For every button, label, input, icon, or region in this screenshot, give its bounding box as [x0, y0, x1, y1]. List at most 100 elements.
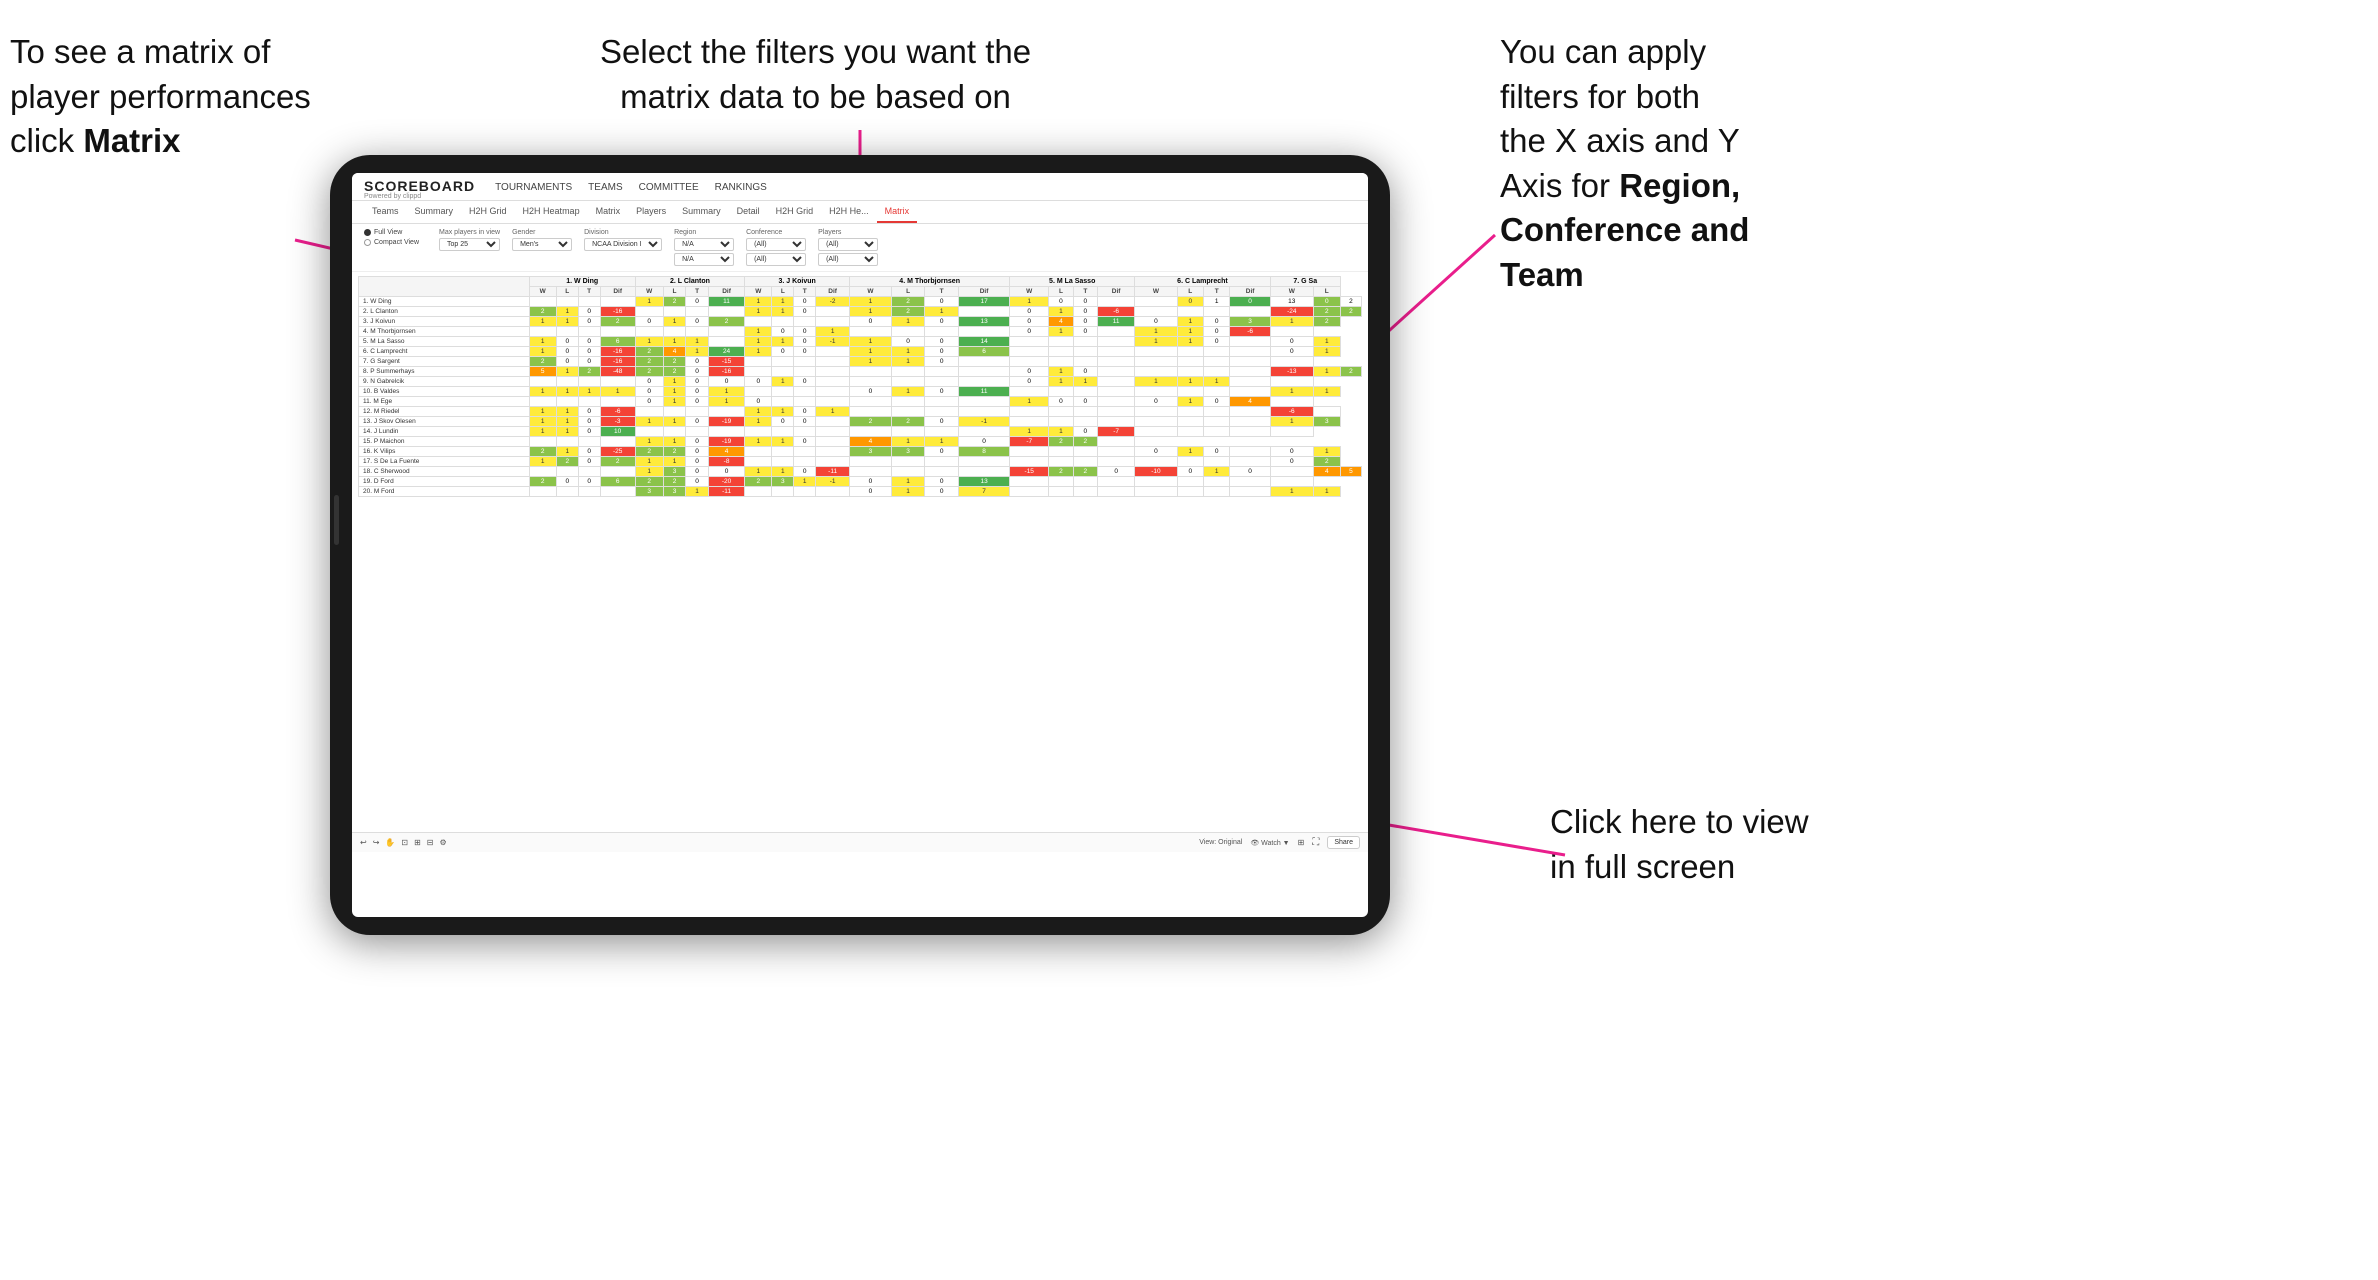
matrix-cell: 1: [663, 387, 686, 397]
radio-compact-view[interactable]: Compact View: [364, 239, 419, 246]
matrix-cell: 1: [1049, 427, 1073, 437]
tab-detail[interactable]: Detail: [729, 201, 768, 223]
matrix-cell: 1: [1204, 467, 1230, 477]
matrix-cell: [794, 447, 816, 457]
matrix-cell: [1230, 417, 1270, 427]
matrix-cell: 1: [850, 347, 892, 357]
matrix-cell: 2: [635, 477, 663, 487]
filter-gender-select[interactable]: Men's: [512, 238, 572, 251]
matrix-cell: -7: [1010, 437, 1049, 447]
matrix-cell: 1: [772, 307, 794, 317]
tablet-frame: SCOREBOARD Powered by clippd TOURNAMENTS…: [330, 155, 1390, 935]
matrix-cell: [925, 467, 959, 477]
zoom-out-icon[interactable]: ⊟: [427, 838, 434, 847]
matrix-cell: 0: [794, 327, 816, 337]
player-name-cell: 20. M Ford: [359, 487, 530, 497]
subh-t2: T: [686, 287, 709, 297]
annotation-tr-l3: the X axis and Y: [1500, 122, 1740, 159]
matrix-cell: [686, 407, 709, 417]
matrix-cell: [600, 467, 635, 477]
matrix-cell: [1230, 367, 1270, 377]
matrix-cell: 0: [1204, 327, 1230, 337]
matrix-cell: [745, 387, 772, 397]
nav-tournaments[interactable]: TOURNAMENTS: [495, 182, 572, 197]
matrix-cell: [1098, 487, 1135, 497]
matrix-cell: [1230, 337, 1270, 347]
matrix-cell: 0: [686, 417, 709, 427]
nav-teams[interactable]: TEAMS: [588, 182, 622, 197]
undo-icon[interactable]: ↩: [360, 838, 367, 847]
filter-region-select1[interactable]: N/A: [674, 238, 734, 251]
matrix-cell: 1: [663, 317, 686, 327]
matrix-cell: [794, 487, 816, 497]
fullscreen-icon[interactable]: ⛶: [1312, 837, 1319, 848]
matrix-cell: [816, 387, 850, 397]
zoom-fit-icon[interactable]: ⊡: [401, 838, 408, 847]
matrix-cell: 0: [794, 377, 816, 387]
pan-icon[interactable]: ✋: [385, 838, 395, 847]
matrix-cell: [816, 427, 850, 437]
matrix-cell: 0: [1073, 427, 1097, 437]
matrix-cell: 13: [958, 317, 1009, 327]
tab-h2h-heatmap[interactable]: H2H Heatmap: [515, 201, 588, 223]
matrix-cell: [663, 327, 686, 337]
matrix-cell: [1073, 417, 1097, 427]
matrix-cell: [1230, 447, 1270, 457]
matrix-cell: [529, 487, 556, 497]
filter-conf-select2[interactable]: (All): [746, 253, 806, 266]
matrix-cell: [850, 397, 892, 407]
tab-h2h-he[interactable]: H2H He...: [821, 201, 877, 223]
redo-icon[interactable]: ↪: [373, 838, 380, 847]
filter-div-select[interactable]: NCAA Division I: [584, 238, 662, 251]
watch-label[interactable]: 👁 Watch ▼: [1250, 839, 1289, 847]
tab-players[interactable]: Players: [628, 201, 674, 223]
settings-icon[interactable]: ⚙: [439, 838, 446, 847]
matrix-cell: [745, 317, 772, 327]
tab-h2h-grid2[interactable]: H2H Grid: [768, 201, 822, 223]
filter-region-label: Region: [674, 229, 734, 236]
tab-matrix-left[interactable]: Matrix: [588, 201, 629, 223]
filter-max-select[interactable]: Top 25: [439, 238, 500, 251]
matrix-cell: 1: [635, 467, 663, 477]
subh-l6: L: [1177, 287, 1203, 297]
radio-full-view[interactable]: Full View: [364, 229, 419, 236]
annotation-top-right: You can apply filters for both the X axi…: [1500, 30, 1749, 297]
matrix-cell: 1: [772, 467, 794, 477]
matrix-cell: 0: [635, 377, 663, 387]
grid-icon[interactable]: ⊞: [1298, 838, 1305, 847]
tab-summary2[interactable]: Summary: [674, 201, 729, 223]
nav-committee[interactable]: COMMITTEE: [639, 182, 699, 197]
nav-rankings[interactable]: RANKINGS: [715, 182, 767, 197]
matrix-cell: 0: [556, 357, 578, 367]
tab-teams[interactable]: Teams: [364, 201, 407, 223]
view-toggle: Full View Compact View: [364, 229, 419, 246]
matrix-cell: [600, 297, 635, 307]
matrix-cell: [1098, 367, 1135, 377]
matrix-cell: 2: [850, 417, 892, 427]
matrix-cell: [958, 457, 1009, 467]
tab-h2h-grid[interactable]: H2H Grid: [461, 201, 515, 223]
tab-matrix-active[interactable]: Matrix: [877, 201, 918, 223]
zoom-in-icon[interactable]: ⊞: [414, 838, 421, 847]
filter-players-select1[interactable]: (All): [818, 238, 878, 251]
matrix-cell: [1049, 487, 1073, 497]
matrix-cell: 3: [663, 487, 686, 497]
matrix-cell: [1204, 457, 1230, 467]
matrix-cell: [1177, 417, 1203, 427]
filter-conf-select1[interactable]: (All): [746, 238, 806, 251]
matrix-cell: [1098, 347, 1135, 357]
matrix-cell: 1: [745, 407, 772, 417]
matrix-cell: [850, 327, 892, 337]
matrix-cell: [1010, 387, 1049, 397]
filter-region-select2[interactable]: N/A: [674, 253, 734, 266]
annotation-top-center: Select the filters you want the matrix d…: [600, 30, 1031, 119]
tab-summary[interactable]: Summary: [407, 201, 462, 223]
matrix-cell: 7: [958, 487, 1009, 497]
matrix-cell: [1177, 487, 1203, 497]
matrix-cell: 1: [556, 447, 578, 457]
matrix-cell: 1: [850, 357, 892, 367]
matrix-container: 1. W Ding 2. L Clanton 3. J Koivun 4. M …: [352, 272, 1368, 832]
matrix-cell: 0: [1049, 397, 1073, 407]
filter-players-select2[interactable]: (All): [818, 253, 878, 266]
share-button[interactable]: Share: [1327, 836, 1360, 849]
